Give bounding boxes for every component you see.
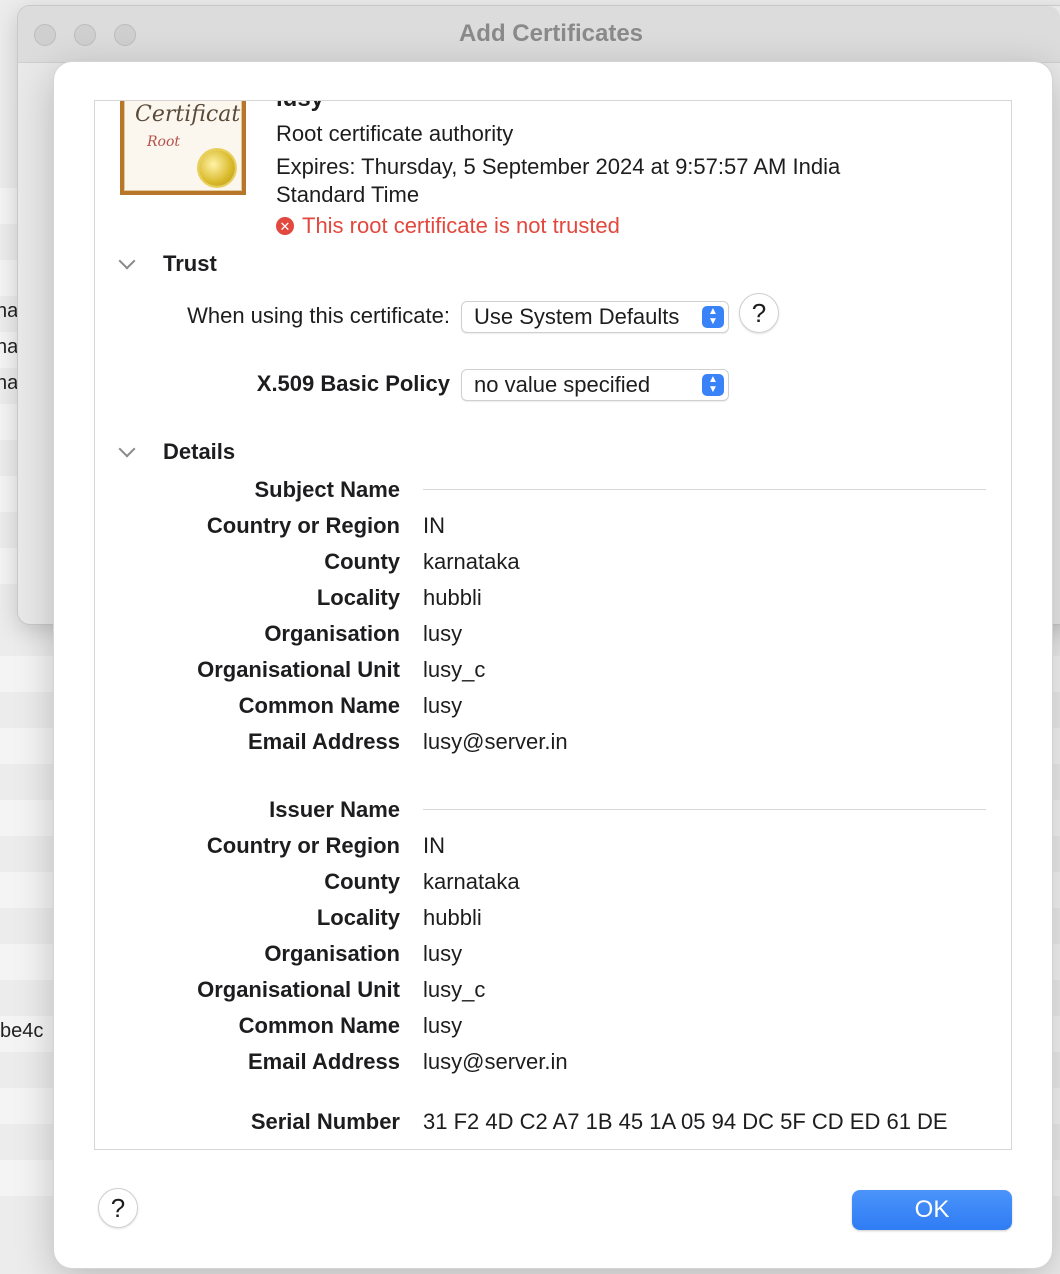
trust-heading: Trust [163,251,217,276]
background-text: na [0,372,19,394]
ok-button[interactable]: OK [852,1190,1012,1230]
detail-value: IN [423,513,445,538]
detail-value: lusy [423,941,463,966]
when-using-popup[interactable]: Use System Defaults ▲ ▼ [461,301,729,333]
chevron-down-icon [118,440,136,458]
details-section-toggle[interactable]: Details [118,439,236,465]
popup-stepper-icon: ▲ ▼ [702,306,724,328]
detail-value: lusy_c [423,657,486,682]
certificate-icon: Certificate Root [120,101,246,195]
policy-value: no value specified [474,372,651,397]
detail-key: Organisational Unit [197,657,400,682]
policy-label: X.509 Basic Policy [256,371,450,396]
detail-value: lusy@server.in [423,729,568,754]
detail-key: Locality [316,905,400,930]
title-bar: Add Certificates [18,6,1060,63]
detail-key: Common Name [238,1013,400,1038]
trust-status: ✕ This root certificate is not trusted [276,213,620,239]
detail-value: hubbli [423,585,482,610]
detail-value: lusy@server.in [423,1049,568,1074]
popup-stepper-icon: ▲ ▼ [702,374,724,396]
detail-key: Country or Region [206,833,400,858]
trust-status-text: This root certificate is not trusted [302,213,620,238]
background-text: be4c [0,1020,44,1042]
certificate-expiry: Expires: Thursday, 5 September 2024 at 9… [276,154,841,207]
chevron-down-icon [118,252,136,270]
when-using-label: When using this certificate: [187,303,450,328]
serial-number-key: Serial Number [250,1109,400,1134]
detail-value: lusy [423,693,463,718]
subject-name-heading: Subject Name [254,477,401,502]
detail-key: County [324,869,400,894]
details-heading: Details [163,439,236,464]
detail-value: hubbli [423,905,482,930]
seal-icon [199,150,235,186]
serial-number-value: 31 F2 4D C2 A7 1B 45 1A 05 94 DC 5F CD E… [423,1109,948,1134]
detail-value: lusy [423,621,463,646]
detail-key: Organisational Unit [197,977,400,1002]
detail-key: County [324,549,400,574]
issuer-name-heading: Issuer Name [269,797,400,822]
certificate-type: Root certificate authority [276,121,514,146]
certificate-name: lusy [276,101,324,113]
detail-key: Country or Region [206,513,400,538]
policy-popup[interactable]: no value specified ▲ ▼ [461,369,729,401]
detail-value: karnataka [423,549,520,574]
when-using-value: Use System Defaults [474,304,680,329]
error-x-icon: ✕ [276,217,294,235]
window-title: Add Certificates [458,20,644,47]
detail-key: Locality [316,585,400,610]
detail-value: lusy [423,1013,463,1038]
detail-key: Email Address [247,729,400,754]
detail-key: Common Name [238,693,400,718]
detail-value: karnataka [423,869,520,894]
certificate-icon-subword: Root [147,134,181,150]
certificate-details-scroll[interactable]: Certificate Root lusy Root certificate a… [94,100,1012,1150]
detail-key: Organisation [264,621,400,646]
divider [423,489,986,490]
sheet-help-button[interactable]: ? [98,1188,138,1228]
divider [423,809,986,810]
detail-value: IN [423,833,445,858]
certificate-icon-word: Certificate [135,102,242,127]
detail-key: Organisation [264,941,400,966]
certificate-sheet: Certificate Root lusy Root certificate a… [54,62,1052,1268]
trust-help-button[interactable]: ? [739,293,779,333]
detail-key: Email Address [247,1049,400,1074]
detail-value: lusy_c [423,977,486,1002]
trust-section-toggle[interactable]: Trust [118,251,217,277]
